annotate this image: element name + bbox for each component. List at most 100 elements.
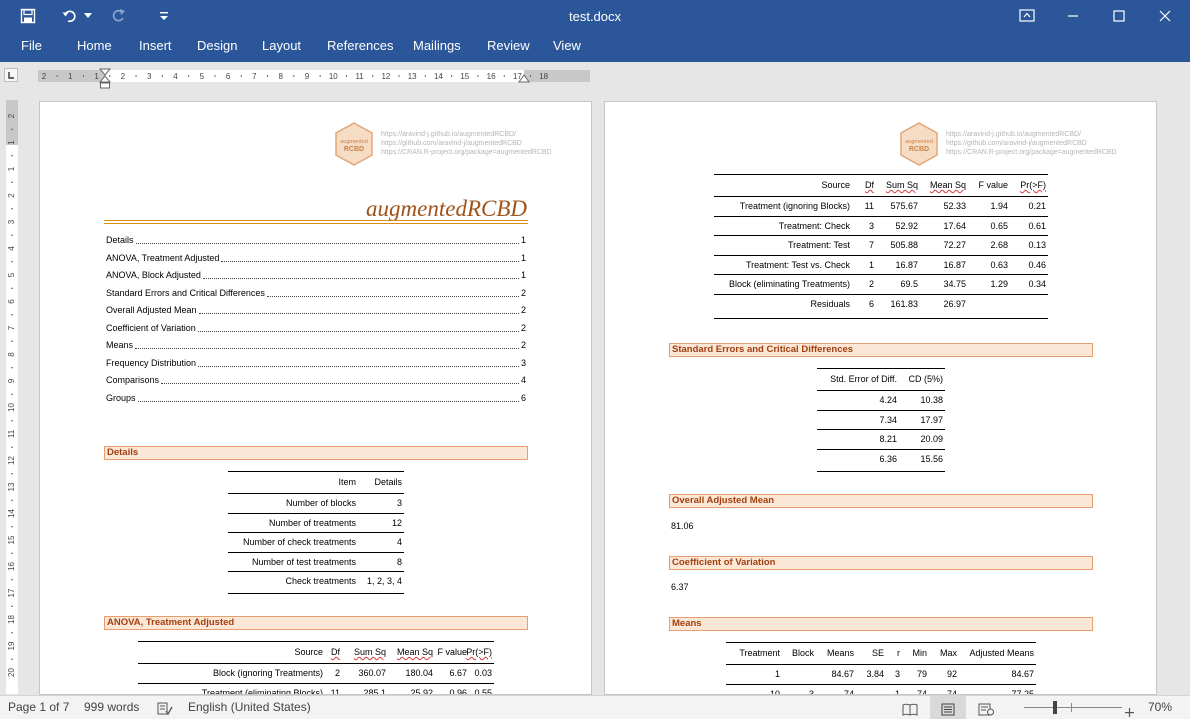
tab-view[interactable]: View bbox=[553, 32, 581, 60]
vertical-ruler[interactable]: 2 1 1 2 3 4 5 6 7 8 9 10 11 12 13 14 15 16 17 18 19 20 bbox=[6, 100, 18, 694]
table-row: Number of test treatments 8 bbox=[228, 553, 404, 572]
ruler-number: 6 bbox=[7, 299, 16, 304]
anova-treatment-adjusted-table: Source Df Sum Sq Mean Sq F value Pr(>F) … bbox=[138, 641, 494, 694]
table-cell: 2 bbox=[868, 279, 874, 289]
details-heading: Details bbox=[104, 446, 528, 460]
zoom-level[interactable]: 70% bbox=[1148, 696, 1172, 719]
tab-review[interactable]: Review bbox=[487, 32, 530, 60]
proofing-icon[interactable] bbox=[157, 701, 173, 719]
ruler-number: 18 bbox=[7, 615, 16, 624]
table-cell: 69.5 bbox=[900, 279, 918, 289]
ruler-tick bbox=[11, 446, 13, 448]
document-page-2[interactable]: augmented RCBD https://aravind-j.github.… bbox=[604, 101, 1157, 695]
table-cell: 7 bbox=[868, 240, 874, 250]
table-row: Block (eliminating Treatments) 2 69.5 34… bbox=[714, 275, 1048, 295]
minimize-icon[interactable] bbox=[1050, 0, 1096, 32]
toc-entry[interactable]: Frequency Distribution 3 bbox=[106, 357, 526, 370]
table-row: Number of treatments 12 bbox=[228, 514, 404, 533]
url-github[interactable]: https://github.com/aravind-j/augmentedRC… bbox=[946, 139, 1087, 148]
table-cell: 16.87 bbox=[895, 259, 918, 270]
toc-entry[interactable]: ANOVA, Block Adjusted 1 bbox=[106, 269, 526, 282]
table-cell: 1.29 bbox=[990, 279, 1008, 289]
word-count-status[interactable]: 999 words bbox=[84, 696, 139, 719]
title-bar: test.docx bbox=[0, 0, 1190, 32]
ruler-tick bbox=[372, 75, 374, 77]
print-layout-icon bbox=[941, 701, 955, 719]
zoom-in-icon[interactable] bbox=[1125, 702, 1134, 719]
url-cran[interactable]: https://CRAN.R-project.org/package=augme… bbox=[381, 148, 552, 157]
indent-marker-icon[interactable] bbox=[99, 68, 111, 90]
tab-mailings[interactable]: Mailings bbox=[413, 32, 461, 60]
zoom-slider-thumb[interactable] bbox=[1053, 701, 1057, 714]
url-github[interactable]: https://github.com/aravind-j/augmentedRC… bbox=[381, 139, 522, 148]
web-layout-icon[interactable] bbox=[978, 701, 994, 719]
overall-adjusted-mean-value: 81.06 bbox=[671, 521, 694, 531]
toc-page: 4 bbox=[520, 375, 526, 385]
ruler-tick bbox=[11, 658, 13, 660]
table-cell: 3.84 bbox=[866, 669, 884, 679]
table-cell: 3 bbox=[894, 669, 900, 679]
table-cell: Treatment (ignoring Blocks) bbox=[739, 201, 850, 211]
overall-adjusted-mean-heading: Overall Adjusted Mean bbox=[669, 494, 1093, 508]
table-row: Number of blocks 3 bbox=[228, 494, 404, 514]
language-status[interactable]: English (United States) bbox=[188, 696, 311, 719]
ruler-tick bbox=[11, 499, 13, 501]
toc-page: 2 bbox=[520, 305, 526, 315]
tab-selector-icon[interactable] bbox=[4, 68, 18, 82]
read-mode-icon[interactable] bbox=[902, 701, 918, 719]
url-github-io[interactable]: https://aravind-j.github.io/augmentedRCB… bbox=[946, 130, 1081, 139]
toc-entry[interactable]: Means 2 bbox=[106, 339, 526, 352]
toc-label: ANOVA, Treatment Adjusted bbox=[106, 253, 220, 263]
horizontal-ruler[interactable]: 2 1 1 2 3 4 5 6 7 8 9 10 11 12 13 14 15 16 17 18 bbox=[38, 70, 590, 82]
tab-design[interactable]: Design bbox=[197, 32, 237, 60]
column-header: Block bbox=[791, 648, 814, 658]
table-cell: 79 bbox=[916, 669, 927, 679]
table-row: Treatment (ignoring Blocks) 11 575.67 52… bbox=[714, 197, 1048, 217]
table-cell: 4 bbox=[396, 537, 402, 547]
table-cell: 6.67 bbox=[449, 668, 467, 678]
zoom-out-icon[interactable] bbox=[1010, 706, 1019, 719]
table-cell: 0.63 bbox=[990, 259, 1008, 270]
ruler-number: 10 bbox=[7, 403, 16, 412]
ruler-tick bbox=[11, 367, 13, 369]
ruler-number: 13 bbox=[408, 72, 417, 81]
close-icon[interactable] bbox=[1142, 0, 1188, 32]
toc-entry[interactable]: ANOVA, Treatment Adjusted 1 bbox=[106, 252, 526, 265]
toc-entry[interactable]: Coefficient of Variation 2 bbox=[106, 322, 526, 335]
zoom-slider-track[interactable] bbox=[1024, 707, 1122, 708]
ruler-number: 5 bbox=[7, 272, 16, 277]
ruler-number: 14 bbox=[434, 72, 443, 81]
table-cell: 84.67 bbox=[831, 669, 854, 679]
toc-entry[interactable]: Details 1 bbox=[106, 234, 526, 247]
ruler-number: 15 bbox=[460, 72, 469, 81]
toc-entry[interactable]: Groups 6 bbox=[106, 392, 526, 405]
tab-home[interactable]: Home bbox=[77, 32, 112, 60]
ribbon-display-options-icon[interactable] bbox=[1004, 0, 1050, 32]
table-cell: 1 bbox=[894, 688, 900, 695]
table-cell: Number of treatments bbox=[268, 517, 356, 528]
tab-insert[interactable]: Insert bbox=[139, 32, 172, 60]
ruler-scale: 2 1 1 2 3 4 5 6 7 8 9 10 11 12 13 14 15 16 17 18 bbox=[42, 72, 549, 81]
maximize-icon[interactable] bbox=[1096, 0, 1142, 32]
right-indent-marker-icon[interactable] bbox=[518, 74, 530, 83]
ruler-tick bbox=[11, 632, 13, 634]
ruler-tick bbox=[11, 552, 13, 554]
toc-entry[interactable]: Overall Adjusted Mean 2 bbox=[106, 304, 526, 317]
toc-entry[interactable]: Comparisons 4 bbox=[106, 374, 526, 387]
ruler-number: 18 bbox=[539, 72, 548, 81]
table-header-row: Source Df Sum Sq Mean Sq F value Pr(>F) bbox=[714, 175, 1048, 197]
tab-references[interactable]: References bbox=[327, 32, 393, 60]
document-page-1[interactable]: augmented RCBD https://aravind-j.github.… bbox=[39, 101, 592, 695]
toc-leader bbox=[198, 357, 519, 367]
logo-hexagon-icon: augmented RCBD bbox=[900, 122, 938, 166]
table-cell: 11 bbox=[864, 201, 874, 211]
ruler-tick bbox=[319, 75, 321, 77]
toc-label: Groups bbox=[106, 393, 136, 403]
toc-entry[interactable]: Standard Errors and Critical Differences… bbox=[106, 287, 526, 300]
url-github-io[interactable]: https://aravind-j.github.io/augmentedRCB… bbox=[381, 130, 516, 139]
tab-file[interactable]: File bbox=[21, 32, 42, 60]
url-cran[interactable]: https://CRAN.R-project.org/package=augme… bbox=[946, 148, 1117, 157]
tab-layout[interactable]: Layout bbox=[262, 32, 301, 60]
page-count-status[interactable]: Page 1 of 7 bbox=[8, 696, 69, 719]
column-header: Pr(>F) bbox=[1020, 180, 1046, 190]
